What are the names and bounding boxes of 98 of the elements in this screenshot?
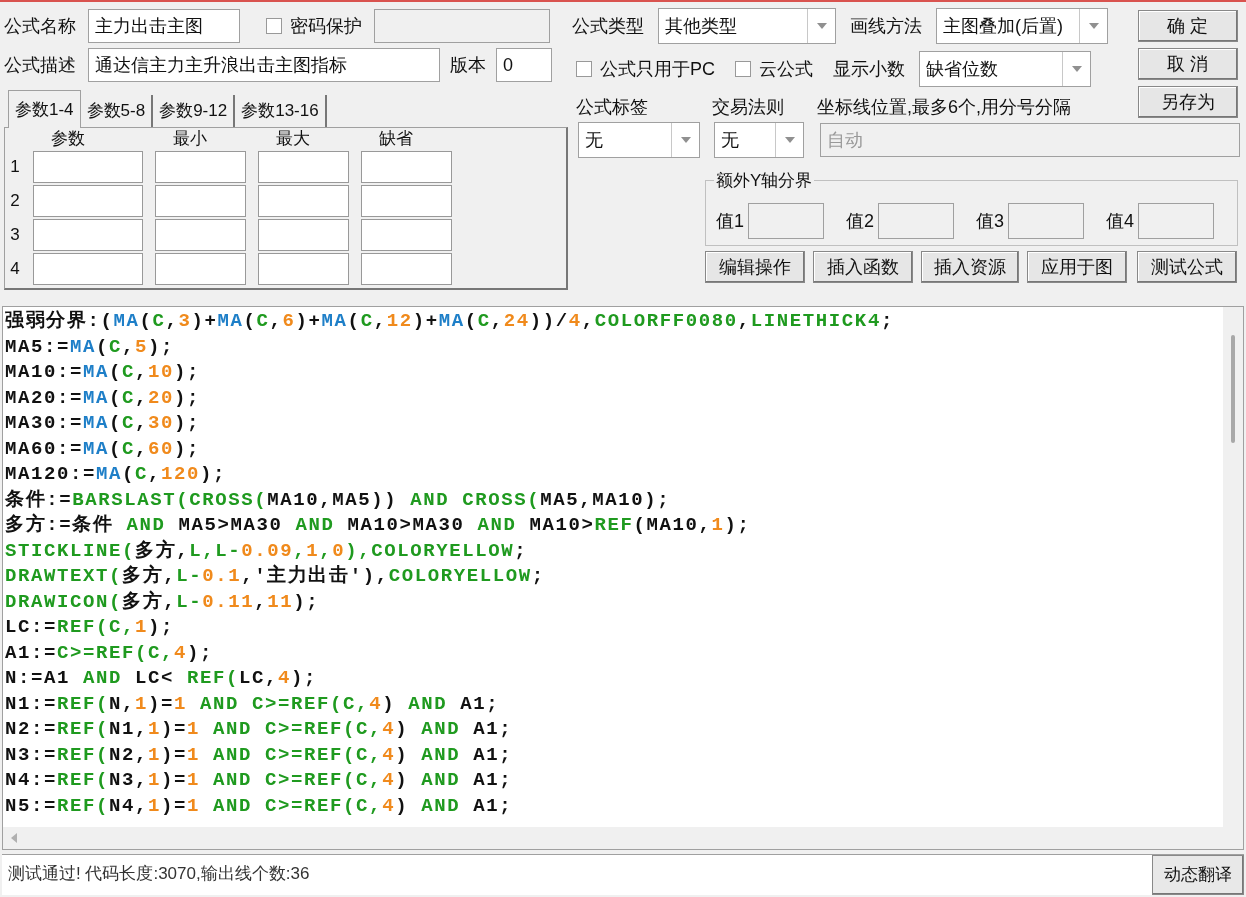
code-line: DRAWICON(多方,L-0.11,11); bbox=[5, 589, 321, 615]
code-line: N4:=REF(N3,1)=1 AND C>=REF(C,4) AND A1; bbox=[5, 768, 514, 793]
code-line: N5:=REF(N4,1)=1 AND C>=REF(C,4) AND A1; bbox=[5, 793, 514, 819]
parameter-field[interactable] bbox=[33, 253, 143, 285]
formula-name-field[interactable]: 主力出击主图 bbox=[88, 9, 240, 43]
checkbox[interactable] bbox=[735, 61, 751, 77]
action-button[interactable]: 应用于图 bbox=[1027, 251, 1127, 283]
code-line: N3:=REF(N2,1)=1 AND C>=REF(C,4) AND A1; bbox=[5, 742, 514, 768]
dropdown[interactable]: 其他类型 bbox=[658, 8, 836, 44]
dropdown[interactable]: 无 bbox=[578, 122, 700, 158]
parameter-field[interactable] bbox=[361, 185, 452, 217]
field-label: 值1 bbox=[716, 209, 744, 233]
checkbox[interactable] bbox=[266, 18, 282, 34]
field-label: 公式描述 bbox=[4, 53, 76, 77]
parameter-field[interactable] bbox=[361, 253, 452, 285]
row-number: 3 bbox=[9, 224, 21, 247]
row-number: 2 bbox=[9, 190, 21, 213]
caret-down-icon bbox=[680, 137, 691, 143]
code-line: N:=A1 AND LC< REF(LC,4); bbox=[5, 666, 319, 691]
code-line: 条件:=BARSLAST(CROSS(MA10,MA5)) AND CROSS(MA5,MA10); bbox=[5, 487, 672, 513]
parameter-field[interactable] bbox=[33, 219, 143, 251]
action-button[interactable]: 测试公式 bbox=[1137, 251, 1237, 283]
param-tab[interactable]: 参数5-8 bbox=[80, 95, 154, 127]
ok-button[interactable]: 确 定 bbox=[1138, 10, 1238, 42]
action-button[interactable]: 插入资源 bbox=[921, 251, 1019, 283]
code-line: MA20:=MA(C,20); bbox=[5, 385, 202, 411]
dropdown[interactable]: 缺省位数 bbox=[919, 51, 1091, 87]
field-label: 公式类型 bbox=[572, 14, 644, 38]
action-button[interactable]: 编辑操作 bbox=[705, 251, 805, 283]
password-field[interactable] bbox=[374, 9, 550, 43]
value-field[interactable] bbox=[1008, 203, 1085, 239]
caret-down-icon bbox=[1088, 23, 1099, 29]
horizontal-scrollbar[interactable] bbox=[3, 827, 1243, 849]
dropdown[interactable]: 无 bbox=[714, 122, 804, 158]
parameter-field[interactable] bbox=[258, 185, 349, 217]
value-field[interactable] bbox=[878, 203, 955, 239]
code-line: 多方:=条件 AND MA5>MA30 AND MA10>MA30 AND MA10>REF(MA10,1); bbox=[5, 513, 752, 538]
description-field[interactable]: 通达信主力主升浪出击主图指标 bbox=[88, 48, 440, 82]
code-line: N1:=REF(N,1)=1 AND C>=REF(C,4) AND A1; bbox=[5, 691, 501, 717]
field-label: 值4 bbox=[1106, 209, 1135, 233]
code-line: MA10:=MA(C,10); bbox=[5, 360, 202, 385]
field-label: 坐标线位置,最多6个,用分号分隔 bbox=[817, 95, 1071, 119]
parameter-field[interactable] bbox=[155, 253, 246, 285]
code-line: N2:=REF(N1,1)=1 AND C>=REF(C,4) AND A1; bbox=[5, 717, 514, 742]
action-button[interactable]: 插入函数 bbox=[813, 251, 913, 283]
column-header: 最大 bbox=[275, 128, 311, 151]
code-line: MA60:=MA(C,60); bbox=[5, 436, 202, 462]
parameter-field[interactable] bbox=[258, 253, 349, 285]
parameter-field[interactable] bbox=[33, 185, 143, 217]
save-as-button[interactable]: 另存为 bbox=[1138, 86, 1238, 118]
column-header: 最小 bbox=[172, 128, 208, 151]
dynamic-translate-button[interactable]: 动态翻译 bbox=[1152, 855, 1244, 895]
value-field[interactable] bbox=[748, 203, 824, 239]
parameter-field[interactable] bbox=[361, 151, 452, 183]
cancel-button[interactable]: 取 消 bbox=[1138, 48, 1238, 80]
field-label: 显示小数 bbox=[833, 57, 905, 81]
field-label: 云公式 bbox=[759, 57, 813, 81]
version-field[interactable]: 0 bbox=[496, 48, 552, 82]
column-header: 缺省 bbox=[378, 128, 414, 151]
field-label: 公式标签 bbox=[576, 95, 649, 119]
param-tab[interactable]: 参数9-12 bbox=[153, 95, 236, 127]
value-field[interactable] bbox=[1138, 203, 1215, 239]
parameter-field[interactable] bbox=[155, 219, 246, 251]
code-line: MA30:=MA(C,30); bbox=[5, 411, 202, 436]
code-line: MA5:=MA(C,5); bbox=[5, 334, 176, 360]
code-line: STICKLINE(多方,L,L-0.09,1,0),COLORYELLOW; bbox=[5, 538, 529, 564]
parameter-field[interactable] bbox=[155, 185, 246, 217]
field-label: 值3 bbox=[976, 209, 1005, 233]
param-tab[interactable]: 参数1-4 bbox=[8, 90, 81, 128]
field-label: 密码保护 bbox=[290, 14, 362, 38]
parameter-field[interactable] bbox=[361, 219, 452, 251]
row-number: 4 bbox=[9, 258, 21, 281]
param-tab[interactable]: 参数13-16 bbox=[235, 95, 327, 127]
dropdown[interactable]: 主图叠加(后置) bbox=[936, 8, 1108, 44]
vertical-scrollbar[interactable] bbox=[1223, 307, 1243, 827]
code-line: MA120:=MA(C,120); bbox=[5, 462, 228, 487]
field-label: 公式只用于PC bbox=[600, 57, 715, 81]
parameter-field[interactable] bbox=[258, 219, 349, 251]
field-label: 版本 bbox=[450, 53, 486, 77]
scroll-left-icon[interactable] bbox=[9, 832, 19, 844]
row-number: 1 bbox=[9, 156, 21, 179]
field-label: 公式名称 bbox=[4, 14, 76, 38]
code-line: 强弱分界:(MA(C,3)+MA(C,6)+MA(C,12)+MA(C,24))/4,COLORFF0080,LINETHICK4; bbox=[5, 309, 895, 334]
field-label: 值2 bbox=[846, 209, 875, 233]
caret-down-icon bbox=[784, 137, 795, 143]
parameter-field[interactable] bbox=[155, 151, 246, 183]
field-label: 画线方法 bbox=[850, 14, 922, 38]
checkbox[interactable] bbox=[576, 61, 592, 77]
status-message: 测试通过! 代码长度:3070,输出线个数:36 bbox=[7, 863, 311, 885]
code-line: LC:=REF(C,1); bbox=[5, 615, 176, 640]
caret-down-icon bbox=[1071, 66, 1082, 72]
parameter-field[interactable] bbox=[33, 151, 143, 183]
field-label: 交易法则 bbox=[712, 95, 785, 119]
parameter-field[interactable] bbox=[258, 151, 349, 183]
column-header: 参数 bbox=[50, 128, 86, 151]
code-line: A1:=C>=REF(C,4); bbox=[5, 640, 215, 666]
code-line: DRAWTEXT(多方,L-0.1,'主力出击'),COLORYELLOW; bbox=[5, 564, 546, 589]
caret-down-icon bbox=[816, 23, 827, 29]
